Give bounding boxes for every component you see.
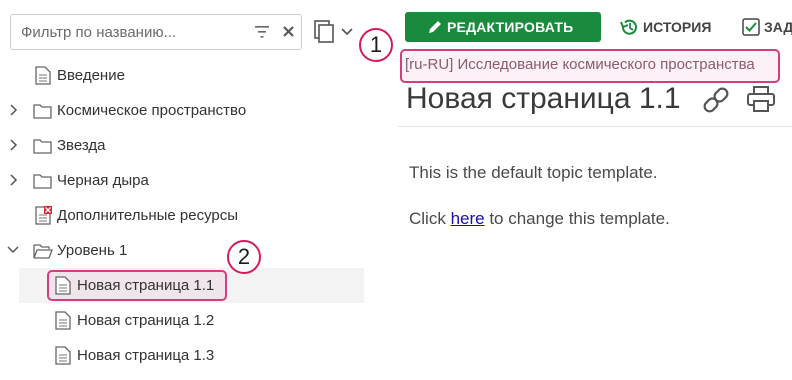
- document-icon: [35, 66, 51, 85]
- tree-item-introduction[interactable]: Введение: [0, 58, 364, 93]
- filter-input[interactable]: [21, 15, 241, 49]
- tree-item-page-1-1[interactable]: Новая страница 1.1: [19, 268, 364, 303]
- tree-item-black-hole[interactable]: Черная дыра: [0, 163, 364, 198]
- tree-item-label: Дополнительные ресурсы: [57, 207, 239, 224]
- content-paragraph: This is the default topic template.: [409, 163, 658, 182]
- tasks-button-label: ЗАД: [764, 19, 792, 35]
- tree-item-level-1[interactable]: Уровень 1: [0, 233, 364, 268]
- tree-item-page-1-3[interactable]: Новая страница 1.3: [0, 338, 364, 373]
- history-button[interactable]: ИСТОРИЯ: [617, 12, 721, 42]
- annotation-badge-2: 2: [227, 240, 261, 274]
- link-icon[interactable]: [699, 86, 733, 114]
- folder-icon: [33, 139, 52, 154]
- breadcrumb[interactable]: [ru-RU] Исследование космического простр…: [400, 49, 780, 83]
- edit-button[interactable]: РЕДАКТИРОВАТЬ: [405, 12, 601, 42]
- print-icon[interactable]: [746, 84, 776, 114]
- document-icon: [55, 311, 71, 330]
- edit-button-label: РЕДАКТИРОВАТЬ: [447, 19, 574, 35]
- divider: [398, 126, 792, 127]
- history-icon: [620, 19, 637, 35]
- tree-item-label: Новая страница 1.3: [77, 347, 215, 364]
- pencil-icon: [429, 21, 441, 33]
- tree-item-label: Черная дыра: [57, 172, 149, 189]
- content-text: to change this template.: [484, 209, 670, 228]
- folder-icon: [33, 174, 52, 189]
- clear-icon[interactable]: [281, 24, 296, 39]
- document-icon: [55, 276, 71, 295]
- chevron-right-icon[interactable]: [8, 139, 20, 151]
- here-link[interactable]: here: [451, 209, 485, 228]
- chevron-right-icon[interactable]: [8, 104, 20, 116]
- tree-item-label: Космическое пространство: [57, 102, 247, 119]
- annotation-badge-1: 1: [359, 28, 393, 62]
- history-button-label: ИСТОРИЯ: [643, 19, 712, 35]
- tree-item-label: Уровень 1: [57, 242, 128, 259]
- document-error-icon: [35, 206, 52, 225]
- content-text: Click: [409, 209, 451, 228]
- navigation-pane: Введение Космическое пространство Звезда: [0, 0, 378, 380]
- folder-icon: [33, 104, 52, 119]
- copy-dropdown-icon[interactable]: [312, 18, 358, 46]
- chevron-right-icon[interactable]: [8, 174, 20, 186]
- tree-item-space[interactable]: Космическое пространство: [0, 93, 364, 128]
- chevron-down-icon[interactable]: [7, 244, 19, 256]
- tree-item-label: Новая страница 1.1: [77, 277, 215, 294]
- page-title: Новая страница 1.1: [406, 82, 681, 115]
- tree-item-star[interactable]: Звезда: [0, 128, 364, 163]
- tree-item-label: Введение: [57, 67, 125, 84]
- document-icon: [55, 346, 71, 365]
- filter-box: [10, 14, 302, 50]
- tree-item-additional-resources[interactable]: Дополнительные ресурсы: [0, 198, 364, 233]
- filter-icon[interactable]: [255, 25, 269, 39]
- folder-open-icon: [33, 244, 53, 259]
- content-paragraph: Click here to change this template.: [409, 209, 670, 229]
- tree-item-label: Новая страница 1.2: [77, 312, 215, 329]
- tasks-button[interactable]: ЗАД: [738, 12, 792, 42]
- checkbox-icon: [742, 18, 760, 36]
- tree-item-page-1-2[interactable]: Новая страница 1.2: [0, 303, 364, 338]
- tree-item-label: Звезда: [57, 137, 106, 154]
